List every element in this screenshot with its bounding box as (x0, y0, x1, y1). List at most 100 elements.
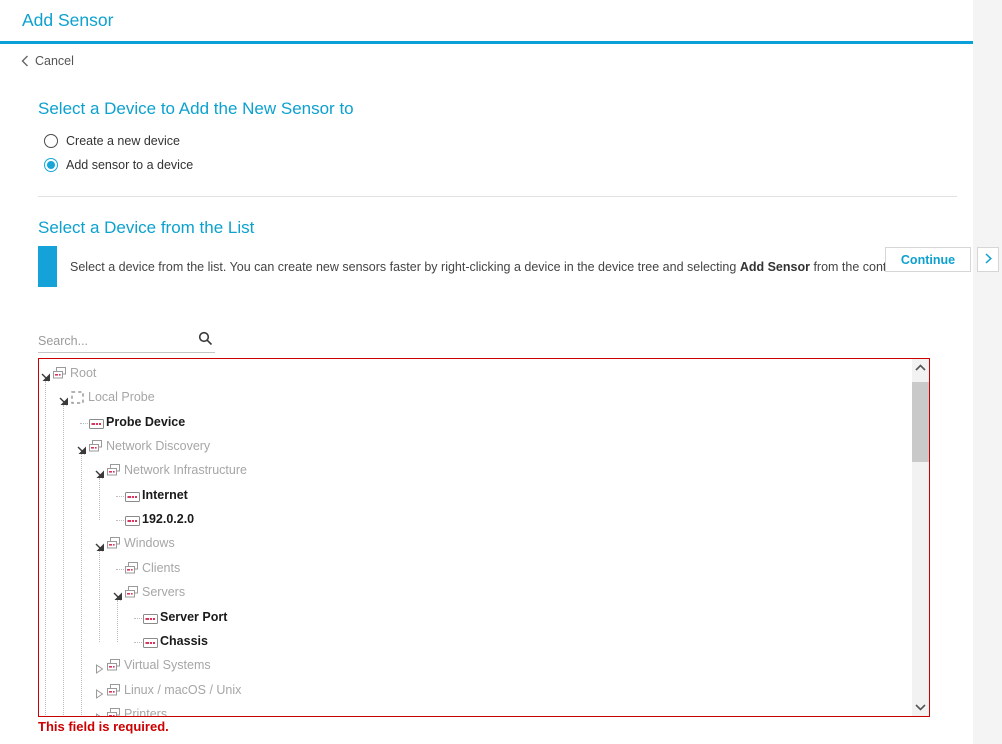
tree-item-server-port[interactable]: Server Port (39, 606, 929, 630)
tree-item-network-infrastructure[interactable]: Network Infrastructure (39, 459, 929, 483)
tree-item-label: Local Probe (88, 390, 155, 405)
device-search (38, 330, 215, 353)
header-rule (0, 41, 973, 44)
group-icon (107, 537, 120, 549)
tree-item-label: Chassis (160, 633, 208, 648)
device-icon (143, 613, 158, 624)
search-icon[interactable] (198, 331, 215, 351)
group-icon (107, 537, 120, 555)
collapse-arrow-icon[interactable] (113, 588, 123, 601)
group-icon (107, 707, 120, 716)
group-icon (107, 659, 120, 671)
tree-item-label: 192.0.2.0 (142, 512, 195, 527)
group-icon (53, 367, 66, 385)
validation-message: This field is required. (38, 719, 169, 734)
group-icon (89, 440, 102, 458)
tree-item-label: Windows (124, 536, 175, 551)
info-marker (38, 246, 57, 287)
chevron-right-icon (984, 251, 992, 269)
group-icon (125, 586, 138, 598)
device-icon (89, 416, 104, 434)
cancel-label: Cancel (35, 54, 74, 68)
info-note: Select a device from the list. You can c… (70, 260, 942, 274)
chevron-left-icon (21, 55, 29, 67)
group-icon (53, 367, 66, 379)
tree-item-chassis[interactable]: Chassis (39, 630, 929, 654)
section-divider (38, 196, 957, 197)
device-icon (125, 491, 140, 502)
group-icon (107, 464, 120, 476)
tree-item-label: Linux / macOS / Unix (124, 682, 242, 697)
radio-add-sensor-to-device[interactable]: Add sensor to a device (44, 158, 193, 172)
device-icon (125, 516, 140, 527)
tree-item-label: Servers (142, 585, 186, 600)
collapse-arrow-icon[interactable] (59, 393, 69, 406)
tree-item-label: Clients (142, 560, 181, 575)
search-input[interactable] (38, 334, 198, 348)
tree-item-virtual-systems[interactable]: Virtual Systems (39, 654, 929, 678)
tree-item-label: Probe Device (106, 414, 186, 429)
collapse-arrow-icon[interactable] (77, 442, 87, 455)
continue-button[interactable]: Continue (885, 247, 971, 272)
tree-item-network-discovery[interactable]: Network Discovery (39, 435, 929, 459)
tree-connector-stub (116, 568, 124, 570)
tree-item-label: Root (70, 366, 97, 380)
continue-controls: Continue (885, 247, 999, 272)
cancel-button[interactable]: Cancel (21, 54, 74, 68)
continue-button-arrow[interactable] (977, 247, 999, 272)
radio-label: Add sensor to a device (66, 158, 194, 172)
tree-item-internet[interactable]: Internet (39, 484, 929, 508)
tree-connector-stub (134, 617, 142, 619)
radio-icon-selected[interactable] (44, 158, 58, 172)
device-icon (143, 611, 158, 629)
group-icon (107, 683, 120, 702)
expand-arrow-icon[interactable] (95, 661, 105, 675)
radio-label: Create a new device (66, 134, 180, 148)
tree-item-label: Server Port (160, 609, 228, 624)
tree-item-windows[interactable]: Windows (39, 532, 929, 556)
page-title: Add Sensor (22, 10, 114, 30)
tree-item-192-0-2-0[interactable]: 192.0.2.0 (39, 508, 929, 532)
collapse-arrow-icon[interactable] (41, 369, 51, 382)
section-heading-target: Select a Device to Add the New Sensor to (38, 99, 354, 118)
collapse-arrow-icon[interactable] (95, 539, 105, 552)
device-tree: Root Local Probe Probe Device Network Disco… (38, 358, 930, 717)
tree-connector-stub (80, 422, 88, 424)
tree-item-label: Internet (142, 487, 188, 502)
tree-connector-stub (116, 495, 124, 497)
tree-item-printers[interactable]: Printers (39, 703, 929, 717)
section-heading-list: Select a Device from the List (38, 218, 255, 237)
content-panel: Add Sensor Cancel Select a Device to Add… (0, 0, 973, 744)
add-sensor-page: Add Sensor Cancel Select a Device to Add… (0, 0, 1002, 744)
tree-item-servers[interactable]: Servers (39, 581, 929, 605)
tree-item-label: Printers (124, 706, 168, 717)
radio-create-new-device[interactable]: Create a new device (44, 134, 180, 148)
device-icon (125, 513, 140, 531)
collapse-arrow-icon[interactable] (95, 466, 105, 479)
tree-item-local-probe[interactable]: Local Probe (39, 386, 929, 410)
tree-item-label: Network Infrastructure (124, 463, 247, 478)
radio-icon-unselected[interactable] (44, 134, 58, 148)
probe-icon (71, 391, 84, 405)
group-icon (89, 440, 102, 452)
tree-item-label: Network Discovery (106, 439, 211, 454)
tree-item-linux-macos-unix[interactable]: Linux / macOS / Unix (39, 679, 929, 703)
device-icon (125, 489, 140, 507)
group-icon (107, 707, 120, 716)
group-icon (125, 561, 138, 580)
device-icon (89, 418, 104, 429)
tree-item-clients[interactable]: Clients (39, 557, 929, 581)
device-icon (143, 637, 158, 648)
tree-item-probe-device[interactable]: Probe Device (39, 411, 929, 435)
group-icon (107, 464, 120, 482)
group-icon (125, 561, 138, 574)
group-icon (107, 683, 120, 696)
tree-item-root[interactable]: Root (39, 362, 929, 386)
group-icon (125, 586, 138, 604)
expand-arrow-icon[interactable] (95, 686, 105, 699)
device-icon (143, 635, 158, 653)
probe-icon (71, 391, 84, 409)
tree-connector-stub (116, 520, 124, 522)
group-icon (107, 659, 120, 677)
expand-arrow-icon[interactable] (95, 710, 105, 716)
